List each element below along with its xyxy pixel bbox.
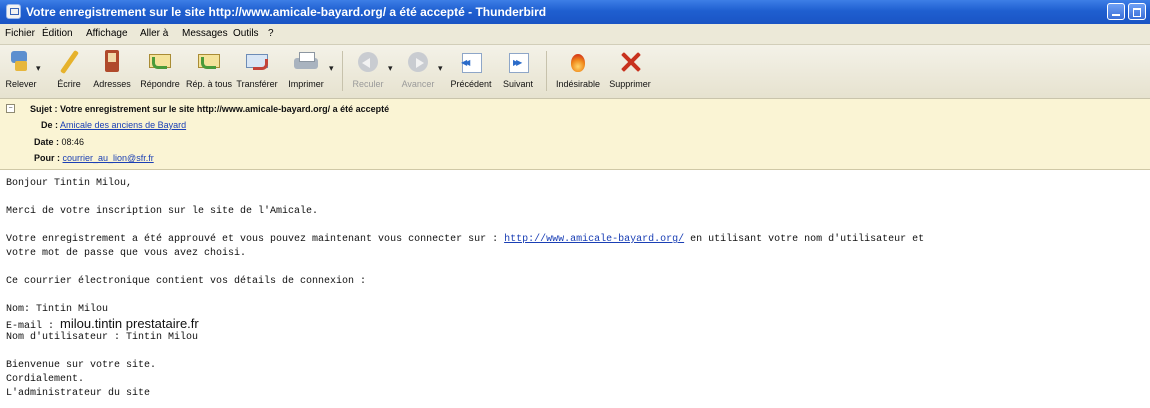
menu-file[interactable]: Fichier xyxy=(5,28,35,39)
get-mail-button[interactable]: Relever xyxy=(4,49,38,89)
details-intro-text: Ce courrier électronique contient vos dé… xyxy=(6,276,367,287)
next-button[interactable]: Suivant xyxy=(498,49,538,89)
address-book-button[interactable]: Adresses xyxy=(92,49,132,89)
print-dropdown-icon[interactable]: ▾ xyxy=(329,63,334,74)
forward-nav-dropdown-icon[interactable]: ▾ xyxy=(438,63,443,74)
reply-icon xyxy=(146,49,174,75)
menu-messages[interactable]: Messages xyxy=(182,28,228,39)
subject-row: Sujet : Votre enregistrement sur le site… xyxy=(30,104,390,114)
menu-tools[interactable]: Outils xyxy=(233,28,259,39)
flame-icon xyxy=(564,49,592,75)
junk-button[interactable]: Indésirable xyxy=(552,49,604,89)
delete-button[interactable]: Supprimer xyxy=(606,49,654,89)
address-book-icon xyxy=(98,49,126,75)
site-link[interactable]: http://www.amicale-bayard.org/ xyxy=(504,234,684,245)
toolbar-separator xyxy=(342,51,343,91)
print-button[interactable]: Imprimer xyxy=(286,49,326,89)
get-mail-dropdown-icon[interactable]: ▾ xyxy=(36,63,41,74)
collapse-header-icon[interactable]: − xyxy=(6,104,15,113)
reply-button[interactable]: Répondre xyxy=(138,49,182,89)
maximize-button[interactable] xyxy=(1128,3,1146,20)
menu-view[interactable]: Affichage xyxy=(86,28,128,39)
back-arrow-icon xyxy=(354,49,382,75)
previous-icon xyxy=(457,49,485,75)
menu-bar: Fichier Édition Affichage Aller à Messag… xyxy=(0,24,1150,45)
forward-button[interactable]: Transférer xyxy=(234,49,280,89)
back-button[interactable]: Reculer xyxy=(348,49,388,89)
reply-all-button[interactable]: Rép. à tous xyxy=(186,49,232,89)
from-link[interactable]: Amicale des anciens de Bayard xyxy=(60,120,186,130)
name-line: Nom: Tintin Milou xyxy=(6,304,109,315)
from-row: De : Amicale des anciens de Bayard xyxy=(41,120,187,130)
reply-all-icon xyxy=(195,49,223,75)
forward-arrow-icon xyxy=(404,49,432,75)
thanks-text: Merci de votre inscription sur le site d… xyxy=(6,206,319,217)
forward-icon xyxy=(243,49,271,75)
next-icon xyxy=(504,49,532,75)
menu-help[interactable]: ? xyxy=(268,28,274,39)
menu-go[interactable]: Aller à xyxy=(140,28,168,39)
main-toolbar: Relever ▾ Écrire Adresses Répondre Rép. … xyxy=(0,45,1150,99)
write-button[interactable]: Écrire xyxy=(52,49,86,89)
pencil-icon xyxy=(55,49,83,75)
forward-nav-button[interactable]: Avancer xyxy=(398,49,438,89)
greeting-text: Bonjour Tintin Milou, xyxy=(6,178,133,189)
delete-x-icon xyxy=(616,49,644,75)
username-line: Nom d'utilisateur : Tintin Milou xyxy=(6,332,199,343)
previous-button[interactable]: Précédent xyxy=(446,49,496,89)
title-bar: Votre enregistrement sur le site http://… xyxy=(0,0,1150,24)
to-link[interactable]: courrier_au_lion@sfr.fr xyxy=(63,153,154,163)
email-value: milou.tintin prestataire.fr xyxy=(60,316,199,331)
approved-text: Votre enregistrement a été approuvé et v… xyxy=(6,234,925,245)
date-value: 08:46 xyxy=(61,137,85,147)
date-row: Date : 08:46 xyxy=(34,137,85,147)
get-mail-icon xyxy=(7,49,35,75)
window-title: Votre enregistrement sur le site http://… xyxy=(26,5,547,19)
welcome-text: Bienvenue sur votre site. xyxy=(6,360,157,371)
subject-value: Votre enregistrement sur le site http://… xyxy=(60,104,390,114)
regards-text: Cordialement. xyxy=(6,374,85,385)
email-line: E-mail : milou.tintin prestataire.fr xyxy=(6,316,199,332)
printer-icon xyxy=(292,49,320,75)
approved-text-line2: votre mot de passe que vous avez choisi. xyxy=(6,248,247,259)
thunderbird-icon xyxy=(6,4,21,19)
signature-text: L'administrateur du site xyxy=(6,388,151,399)
back-dropdown-icon[interactable]: ▾ xyxy=(388,63,393,74)
message-header: − Sujet : Votre enregistrement sur le si… xyxy=(0,99,1150,170)
menu-edit[interactable]: Édition xyxy=(42,28,73,39)
toolbar-separator xyxy=(546,51,547,91)
to-row: Pour : courrier_au_lion@sfr.fr xyxy=(34,153,154,163)
minimize-button[interactable] xyxy=(1107,3,1125,20)
